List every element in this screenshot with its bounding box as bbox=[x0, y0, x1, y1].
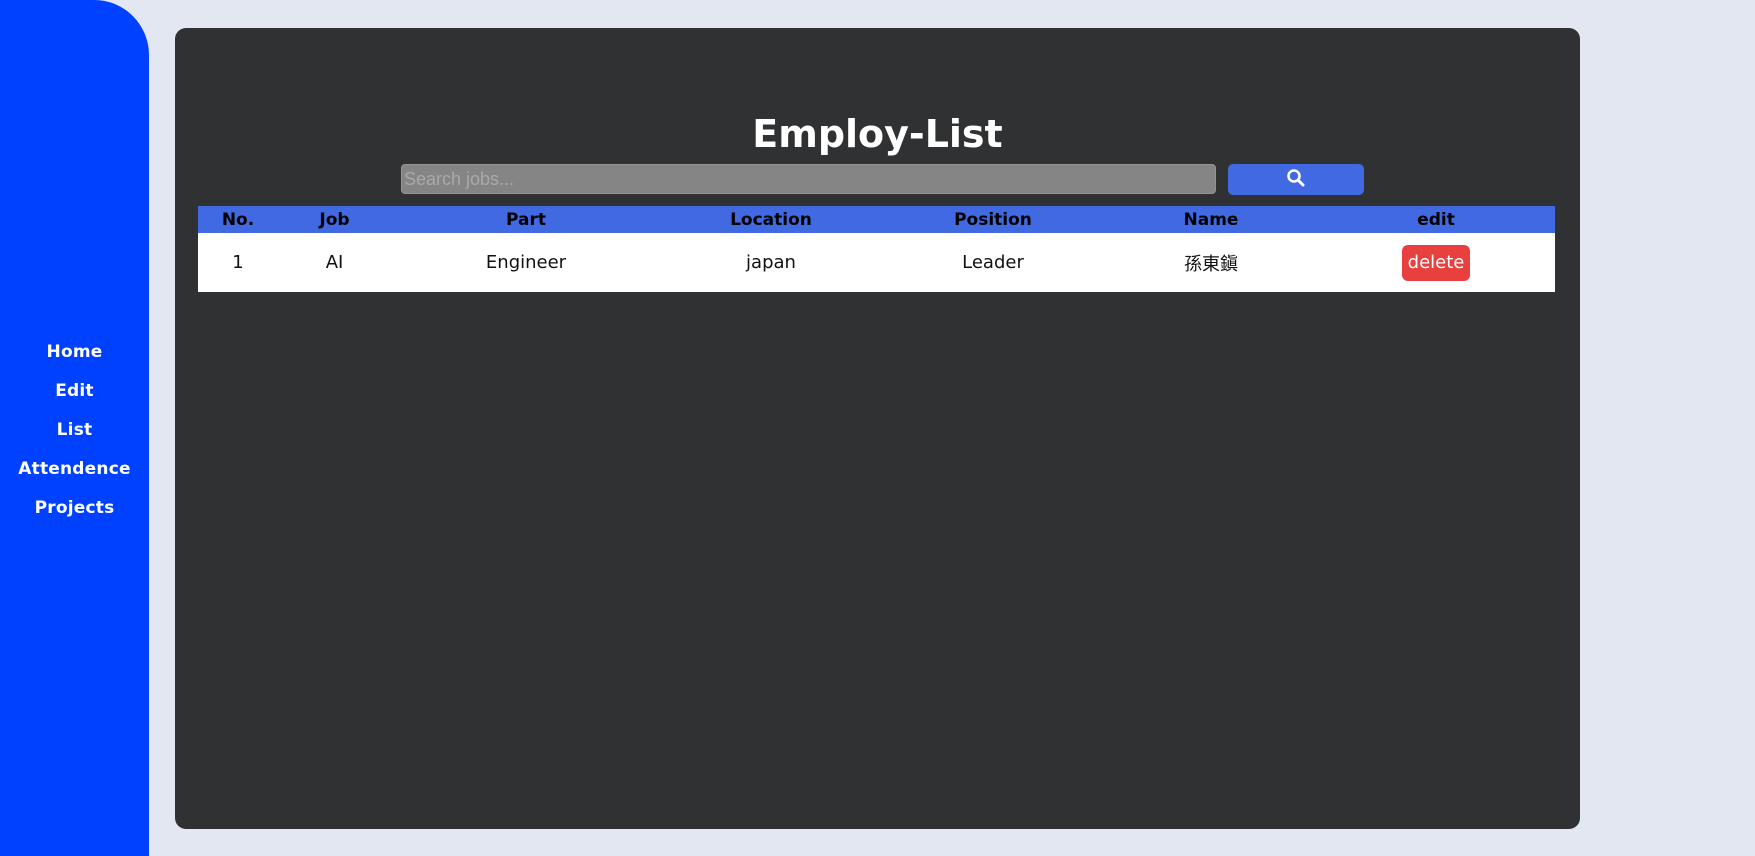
column-header-name[interactable]: Name bbox=[1105, 206, 1317, 233]
sidebar-item-edit[interactable]: Edit bbox=[55, 379, 94, 404]
column-header-edit[interactable]: edit bbox=[1317, 206, 1555, 233]
column-header-location[interactable]: Location bbox=[661, 206, 881, 233]
cell-no: 1 bbox=[198, 233, 278, 292]
sidebar: Home Edit List Attendence Projects bbox=[0, 0, 149, 856]
cell-position: Leader bbox=[881, 233, 1105, 292]
employee-table: No. Job Part Location Position Name edit… bbox=[198, 206, 1555, 292]
sidebar-nav: Home Edit List Attendence Projects bbox=[0, 340, 149, 521]
main-panel: Employ-List No. Job Part Location bbox=[175, 28, 1580, 829]
sidebar-item-projects[interactable]: Projects bbox=[35, 496, 115, 521]
search-input[interactable] bbox=[401, 164, 1216, 194]
search-icon bbox=[1286, 168, 1306, 191]
delete-button[interactable]: delete bbox=[1401, 244, 1471, 281]
column-header-position[interactable]: Position bbox=[881, 206, 1105, 233]
sidebar-item-list[interactable]: List bbox=[57, 418, 93, 443]
column-header-part[interactable]: Part bbox=[391, 206, 661, 233]
cell-job: AI bbox=[278, 233, 391, 292]
search-button[interactable] bbox=[1228, 164, 1364, 195]
cell-name: 孫東鎭 bbox=[1105, 233, 1317, 292]
column-header-no[interactable]: No. bbox=[198, 206, 278, 233]
table-row: 1 AI Engineer japan Leader 孫東鎭 delete bbox=[198, 233, 1555, 292]
sidebar-item-home[interactable]: Home bbox=[47, 340, 103, 365]
table-header-row: No. Job Part Location Position Name edit bbox=[198, 206, 1555, 233]
cell-part: Engineer bbox=[391, 233, 661, 292]
page-title: Employ-List bbox=[752, 112, 1003, 156]
column-header-job[interactable]: Job bbox=[278, 206, 391, 233]
cell-location: japan bbox=[661, 233, 881, 292]
sidebar-item-attendence[interactable]: Attendence bbox=[18, 457, 130, 482]
cell-edit: delete bbox=[1317, 233, 1555, 292]
